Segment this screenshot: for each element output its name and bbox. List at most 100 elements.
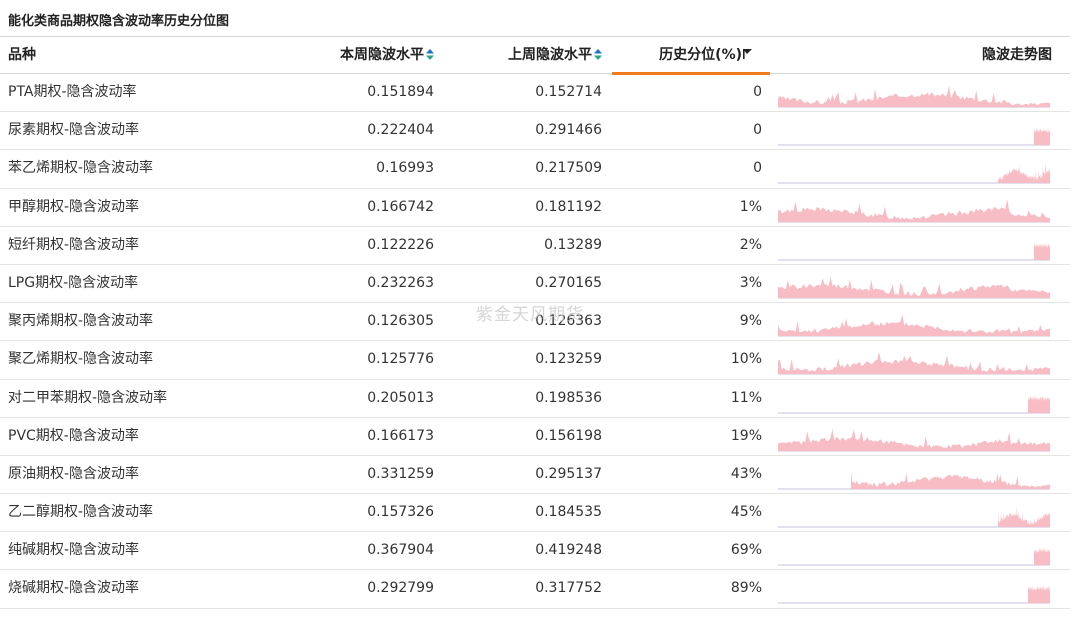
cell-current: 0.166173 (367, 427, 434, 444)
table-row[interactable]: 原油期权-隐含波动率 0.331259 0.295137 43% (0, 456, 1070, 495)
sort-desc-icon[interactable] (742, 48, 752, 59)
cell-percentile: 89% (730, 580, 762, 597)
table-row[interactable]: 烧碱期权-隐含波动率 0.292799 0.317752 89% (0, 570, 1070, 609)
sparkline-area (1034, 242, 1050, 260)
cell-previous: 0.198536 (535, 389, 602, 406)
cell-current: 0.232263 (367, 274, 434, 291)
table-row[interactable]: 乙二醇期权-隐含波动率 0.157326 0.184535 45% (0, 494, 1070, 533)
sparkline-area (778, 198, 1050, 222)
cell-name: 烧碱期权-隐含波动率 (8, 580, 140, 597)
table-row[interactable]: 聚乙烯期权-隐含波动率 0.125776 0.123259 10% (0, 341, 1070, 380)
cell-name: PVC期权-隐含波动率 (8, 427, 139, 444)
column-header-current[interactable]: 本周隐波水平 (340, 37, 434, 74)
cell-current: 0.126305 (367, 313, 434, 330)
cell-previous: 0.419248 (535, 542, 602, 559)
cell-percentile: 10% (730, 351, 762, 368)
sparkline-chart (778, 586, 1050, 604)
cell-percentile: 1% (739, 198, 762, 215)
sparkline-chart (778, 352, 1050, 375)
table-row[interactable]: 纯碱期权-隐含波动率 0.367904 0.419248 69% (0, 532, 1070, 571)
sparkline-chart (778, 395, 1050, 413)
cell-current: 0.125776 (367, 351, 434, 368)
sparkline-chart (778, 471, 1050, 490)
cell-name: 对二甲苯期权-隐含波动率 (8, 389, 168, 406)
sort-icon[interactable] (426, 48, 434, 60)
sparkline-chart (778, 428, 1050, 452)
table-row[interactable]: 甲醇期权-隐含波动率 0.166742 0.181192 1% (0, 189, 1070, 227)
cell-previous: 0.13289 (544, 236, 602, 253)
sparkline-area (1034, 548, 1050, 566)
cell-previous: 0.156198 (535, 427, 602, 444)
cell-current: 0.157326 (367, 504, 434, 521)
sparkline-area (778, 314, 1050, 337)
table-row[interactable]: 对二甲苯期权-隐含波动率 0.205013 0.198536 11% (0, 380, 1070, 418)
cell-current: 0.292799 (367, 580, 434, 597)
cell-current: 0.122226 (367, 236, 434, 253)
cell-percentile: 3% (739, 274, 762, 291)
cell-current: 0.16993 (376, 160, 434, 177)
table-row[interactable]: PVC期权-隐含波动率 0.166173 0.156198 19% (0, 418, 1070, 456)
cell-current: 0.331259 (367, 465, 434, 482)
column-header-previous-label: 上周隐波水平 (508, 47, 592, 63)
cell-percentile: 0 (753, 160, 762, 177)
cell-previous: 0.291466 (535, 122, 602, 139)
sparkline-area (998, 506, 1050, 528)
cell-name: 尿素期权-隐含波动率 (8, 122, 140, 139)
table-row[interactable]: 短纤期权-隐含波动率 0.122226 0.13289 2% (0, 227, 1070, 265)
sparkline-chart (778, 548, 1050, 566)
cell-name: 乙二醇期权-隐含波动率 (8, 504, 154, 521)
table-row[interactable]: PTA期权-隐含波动率 0.151894 0.152714 0 (0, 74, 1070, 113)
sparkline-area (1028, 586, 1050, 604)
column-header-trend: 隐波走势图 (982, 47, 1052, 63)
cell-previous: 0.295137 (535, 465, 602, 482)
cell-percentile: 45% (730, 504, 762, 521)
cell-previous: 0.123259 (535, 351, 602, 368)
cell-previous: 0.152714 (535, 84, 602, 100)
cell-percentile: 11% (730, 389, 762, 406)
sparkline-area (778, 428, 1050, 451)
sparkline-area (778, 276, 1050, 298)
column-header-name[interactable]: 品种 (8, 37, 36, 74)
sparkline-chart (778, 85, 1050, 108)
column-header-percentile-label: 历史分位(%) (659, 47, 742, 63)
table-row[interactable]: LPG期权-隐含波动率 0.232263 0.270165 3% (0, 265, 1070, 304)
cell-current: 0.151894 (367, 84, 434, 100)
sparkline-area (778, 85, 1050, 107)
cell-previous: 0.217509 (535, 160, 602, 177)
cell-previous: 0.317752 (535, 580, 602, 597)
sparkline-chart (778, 314, 1050, 337)
sparkline-chart (778, 128, 1050, 146)
column-header-percentile[interactable]: 历史分位(%) (659, 37, 752, 74)
sort-icon[interactable] (594, 48, 602, 60)
sparkline-chart (778, 162, 1050, 184)
cell-name: PTA期权-隐含波动率 (8, 84, 137, 100)
volatility-table: 品种 本周隐波水平 上周隐波水平 历史分位(%) 隐波走势图 PTA期权-隐含波… (0, 36, 1070, 609)
table-row[interactable]: 苯乙烯期权-隐含波动率 0.16993 0.217509 0 (0, 150, 1070, 189)
cell-current: 0.166742 (367, 198, 434, 215)
sparkline-chart (778, 242, 1050, 261)
table-row[interactable]: 尿素期权-隐含波动率 0.222404 0.291466 0 (0, 112, 1070, 151)
cell-name: 聚丙烯期权-隐含波动率 (8, 313, 154, 330)
sparkline-area (1028, 395, 1050, 413)
cell-current: 0.222404 (367, 122, 434, 139)
page-title: 能化类商品期权隐含波动率历史分位图 (8, 14, 230, 29)
cell-percentile: 0 (753, 122, 762, 139)
cell-percentile: 9% (739, 313, 762, 330)
sparkline-area (851, 471, 1050, 489)
cell-name: 原油期权-隐含波动率 (8, 465, 140, 482)
sparkline-area (998, 162, 1050, 184)
cell-percentile: 19% (730, 427, 762, 444)
cell-name: 纯碱期权-隐含波动率 (8, 542, 140, 559)
sparkline-area (778, 352, 1050, 375)
cell-percentile: 69% (730, 542, 762, 559)
column-header-current-label: 本周隐波水平 (340, 47, 424, 63)
cell-percentile: 43% (730, 465, 762, 482)
cell-percentile: 0 (753, 84, 762, 100)
column-header-previous[interactable]: 上周隐波水平 (508, 37, 602, 74)
cell-previous: 0.126363 (535, 313, 602, 330)
table-row[interactable]: 聚丙烯期权-隐含波动率 0.126305 0.126363 9% (0, 303, 1070, 342)
table-body: PTA期权-隐含波动率 0.151894 0.152714 0 尿素期权-隐含波动率 0.… (0, 74, 1070, 609)
cell-previous: 0.270165 (535, 274, 602, 291)
cell-previous: 0.184535 (535, 504, 602, 521)
cell-percentile: 2% (739, 236, 762, 253)
